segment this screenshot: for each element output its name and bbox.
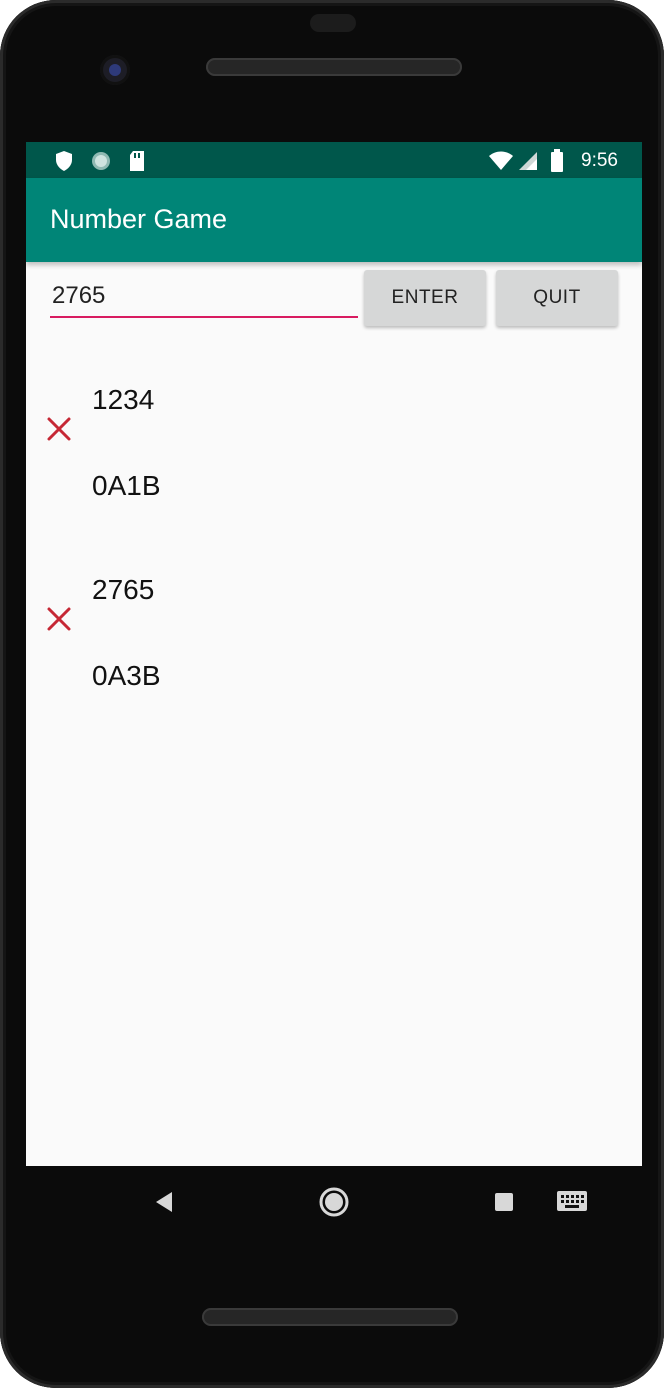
app-title: Number Game (50, 204, 228, 234)
front-camera (100, 55, 130, 85)
guess-input[interactable] (50, 276, 358, 318)
top-speaker (206, 58, 462, 76)
keyboard-icon[interactable] (556, 1190, 588, 1214)
enter-button[interactable]: ENTER (364, 270, 486, 326)
quit-button[interactable]: QUIT (496, 270, 618, 326)
status-time: 9:56 (581, 150, 618, 171)
sd-card-icon (130, 151, 144, 171)
back-icon[interactable] (152, 1190, 176, 1214)
sync-icon (92, 152, 110, 170)
status-bar: 9:56 (26, 142, 642, 178)
screen: 9:56 Number Game ENTER QUIT 1234 0A1B 27… (26, 142, 642, 1166)
earpiece-slit (310, 14, 356, 32)
guess-result: 0A1B (92, 470, 161, 501)
close-icon (47, 417, 71, 441)
guess-number: 2765 (92, 574, 155, 605)
guess-list-item: 1234 0A1B (26, 370, 642, 520)
guess-result: 0A3B (92, 660, 161, 691)
shield-icon (56, 151, 72, 171)
guess-list-item: 2765 0A3B (26, 560, 642, 710)
wifi-icon (489, 151, 513, 170)
app-bar: Number Game (26, 178, 642, 262)
guess-number: 1234 (92, 384, 155, 415)
bottom-speaker (202, 1308, 458, 1326)
recents-icon[interactable] (494, 1192, 514, 1212)
close-icon (47, 607, 71, 631)
battery-icon (551, 149, 563, 172)
cell-signal-icon (519, 152, 537, 170)
device-frame: 9:56 Number Game ENTER QUIT 1234 0A1B 27… (0, 0, 664, 1388)
home-icon[interactable] (318, 1186, 350, 1218)
